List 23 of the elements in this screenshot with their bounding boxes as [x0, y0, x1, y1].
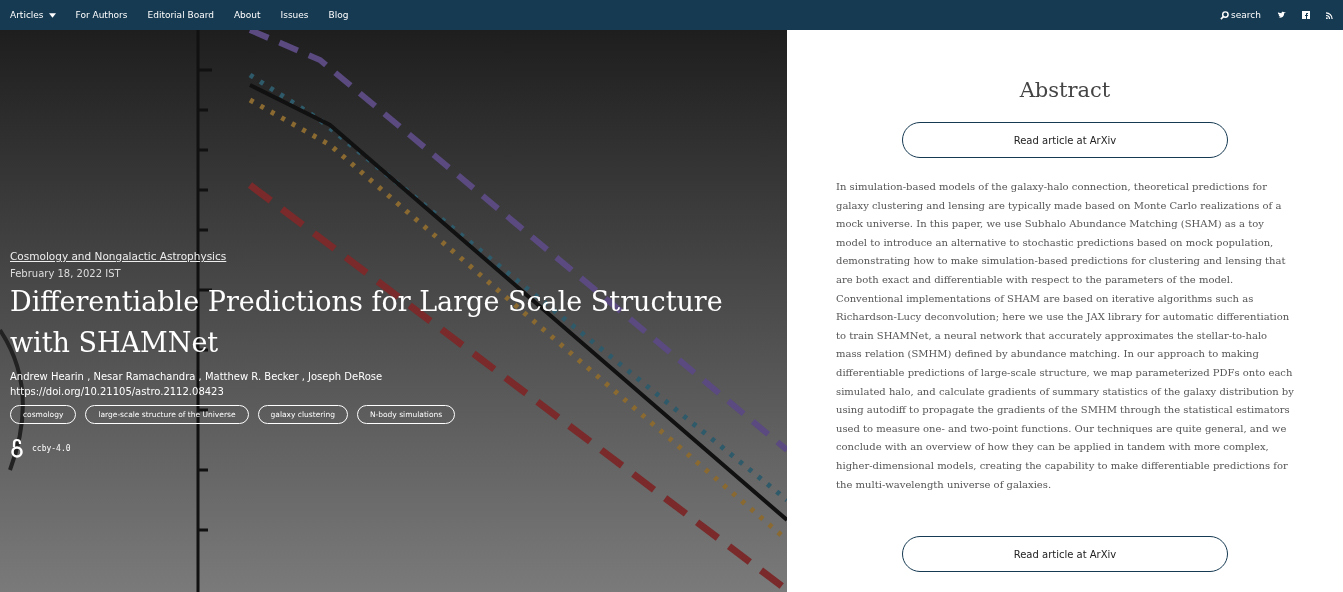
nav-link[interactable]: For Authors: [75, 10, 128, 20]
date: February 18, 2022 IST: [10, 268, 121, 279]
nav-link[interactable]: Issues: [280, 10, 309, 20]
nav-link[interactable]: Blog: [328, 10, 349, 20]
authors: Andrew Hearin , Nesar Ramachandra , Matthew R. Becker , Joseph DeRose: [10, 371, 383, 382]
nav-link[interactable]: Articles: [10, 10, 56, 20]
abstract-heading: Abstract: [1019, 78, 1111, 102]
facebook-icon[interactable]: [1302, 11, 1310, 19]
search-icon: [1220, 10, 1230, 20]
category-link[interactable]: Cosmology and Nongalactic Astrophysics: [10, 250, 227, 262]
abstract-text: In simulation-based models of the galaxy-halo connection, theoretical predictions for galaxy clustering and lensing are typically made based on Monte Carlo realizations of a mock universe. In this paper, we use Subhalo Abundance Matching (SHAM) as a toy model to introduce an alternative to stochastic predictions based on mock population, demonstrating how to make simulation-based predictions for clustering and lensing that are both exact and differentiable with respect to the parameters of the model. Conventional implementations of SHAM are based on iterative algorithms such as Richardson-Lucy deconvolution; here we use the JAX library for automatic differentiation to train SHAMNet, a neural network that accurately approximates the stellar-to-halo mass relation (SMHM) defined by abundance matching. In our approach to making differentiable predictions of large-scale structure, we map parameterized PDFs onto each simulated halo, and calculate gradients of summary statistics of the galaxy distribution by using autodiff to propagate the gradients of the SMHM through the statistical estimators used to measure one- and two-point functions. Our techniques are quite general, and we conclude with an overview of how they can be applied in tandem with more complex, higher-dimensional models, creating the capability to make differentiable predictions for the multi-wavelength universe of galaxies.: [836, 180, 1294, 492]
nav-link[interactable]: Editorial Board: [147, 10, 214, 20]
license-label: ccby-4.0: [32, 443, 71, 453]
nav-link[interactable]: About: [233, 10, 261, 20]
read-article-button[interactable]: Read article at ArXiv: [902, 536, 1228, 573]
read-article-button[interactable]: Read article at ArXiv: [902, 122, 1228, 158]
search-link[interactable]: search: [1220, 10, 1261, 20]
caret-icon: [48, 12, 56, 18]
bird-icon[interactable]: [1277, 11, 1286, 19]
doi-link[interactable]: https://doi.org/10.21105/astro.2112.08423: [10, 386, 224, 397]
rss-icon[interactable]: [1326, 11, 1333, 19]
open-access-icon: [10, 438, 24, 458]
article-title: Differentiable Predictions for Large Scale Structure with SHAMNet: [10, 285, 724, 360]
